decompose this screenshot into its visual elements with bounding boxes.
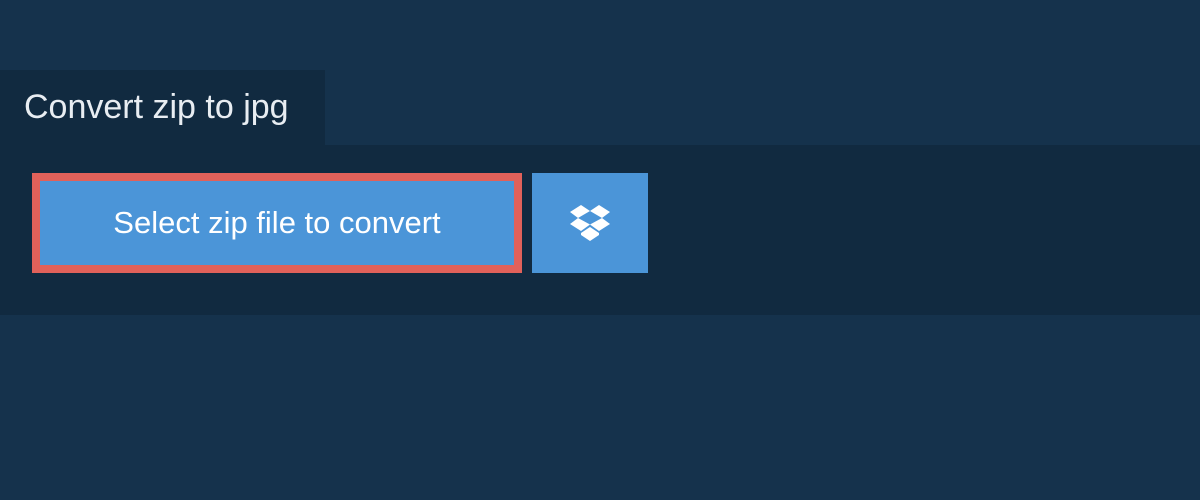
tab-bar: Convert zip to jpg [0, 0, 1200, 145]
button-row: Select zip file to convert [32, 173, 1168, 273]
dropbox-button[interactable] [532, 173, 648, 273]
select-file-button[interactable]: Select zip file to convert [32, 173, 522, 273]
tab-convert-zip-to-jpg[interactable]: Convert zip to jpg [0, 70, 325, 145]
select-file-label: Select zip file to convert [113, 205, 440, 241]
tab-title: Convert zip to jpg [24, 88, 289, 126]
upload-panel: Select zip file to convert [0, 145, 1200, 315]
dropbox-icon [570, 205, 610, 241]
